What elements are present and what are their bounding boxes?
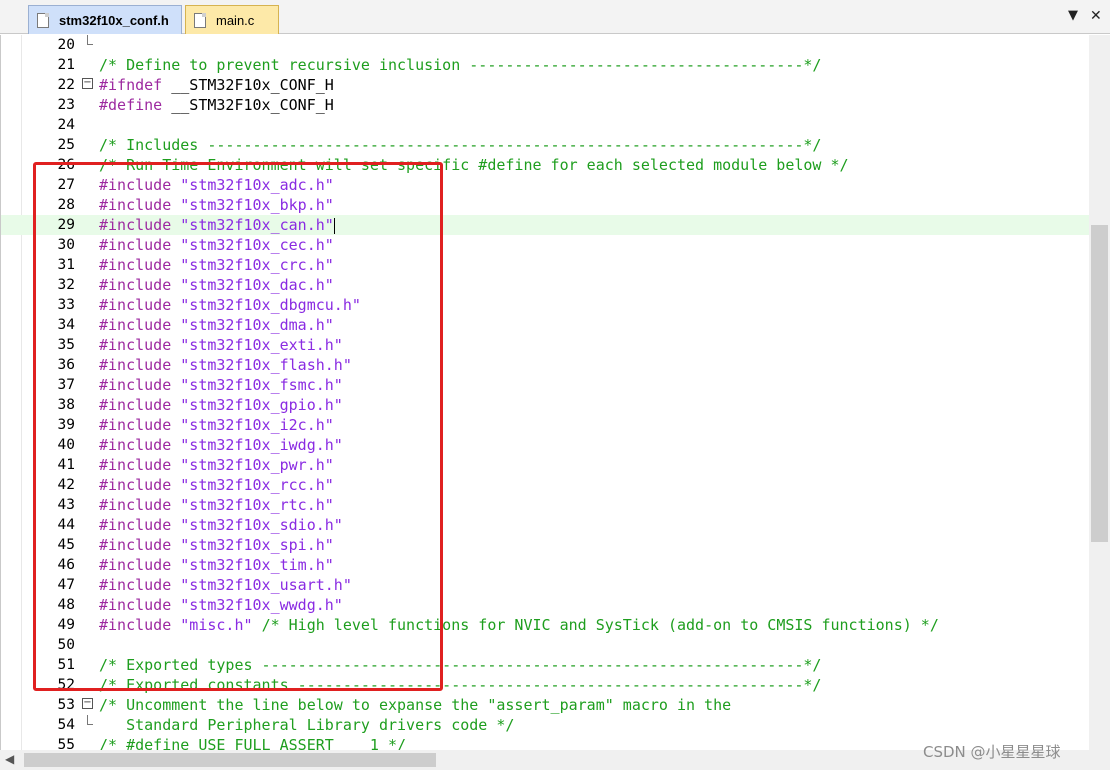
code-token: /* #define USE_FULL_ASSERT 1 */ (99, 736, 407, 750)
code-token: /* Uncomment the line below to expanse t… (99, 696, 732, 714)
tab-main-c[interactable]: main.c (185, 5, 279, 34)
line-number: 23 (57, 97, 75, 113)
tab-stm32f10x-conf-h[interactable]: stm32f10x_conf.h (28, 5, 182, 34)
code-line[interactable]: 22− #ifndef __STM32F10x_CONF_H (1, 75, 1089, 95)
tab-label: stm32f10x_conf.h (59, 12, 169, 28)
fold-end-marker (87, 715, 93, 725)
line-number: 55 (57, 737, 75, 750)
tab-bar: stm32f10x_conf.h main.c ▼ ✕ (0, 0, 1110, 34)
code-line[interactable]: 24 (1, 115, 1089, 135)
line-number: 54 (57, 717, 75, 733)
line-number: 24 (57, 117, 75, 133)
code-line[interactable]: 20 (1, 35, 1089, 55)
fold-end-marker (87, 35, 93, 45)
line-number: 22 (57, 77, 75, 93)
code-token: __STM32F10x_CONF_H (162, 76, 334, 94)
code-token: /* Includes ----------------------------… (99, 136, 822, 154)
line-number: 20 (57, 37, 75, 53)
code-token: Standard Peripheral Library drivers code… (99, 716, 515, 734)
code-token: #define (99, 96, 163, 114)
tab-label: main.c (216, 12, 255, 28)
line-number: 53 (57, 697, 75, 713)
line-number: 25 (57, 137, 75, 153)
watermark: CSDN @小星星星球 (923, 743, 1061, 761)
vertical-scrollbar[interactable] (1089, 35, 1110, 750)
code-text: /* Define to prevent recursive inclusion… (99, 55, 821, 75)
document-icon (37, 12, 49, 28)
fold-collapse-icon[interactable]: − (82, 78, 93, 89)
tab-list-dropdown-icon[interactable]: ▼ (1068, 8, 1078, 23)
line-number: 21 (57, 57, 75, 73)
horizontal-scroll-thumb[interactable] (24, 753, 436, 767)
code-line[interactable]: 53−/* Uncomment the line below to expans… (1, 695, 1089, 715)
code-text: #ifndef __STM32F10x_CONF_H (99, 75, 334, 95)
highlight-box (33, 162, 443, 691)
code-text: /* #define USE_FULL_ASSERT 1 */ (99, 735, 406, 750)
vertical-scroll-thumb[interactable] (1091, 225, 1108, 542)
code-line[interactable]: 25 /* Includes --------------------------… (1, 135, 1089, 155)
code-text: #define __STM32F10x_CONF_H (99, 95, 334, 115)
fold-collapse-icon[interactable]: − (82, 698, 93, 709)
code-text: Standard Peripheral Library drivers code… (99, 715, 514, 735)
document-icon (194, 12, 206, 28)
code-token: __STM32F10x_CONF_H (162, 96, 334, 114)
code-text: /* Uncomment the line below to expanse t… (99, 695, 731, 715)
code-line[interactable]: 21 /* Define to prevent recursive inclusi… (1, 55, 1089, 75)
scroll-left-arrow-icon[interactable]: ◀ (5, 752, 14, 766)
code-line[interactable]: 23 #define __STM32F10x_CONF_H (1, 95, 1089, 115)
code-line[interactable]: 54 Standard Peripheral Library drivers c… (1, 715, 1089, 735)
code-token: #ifndef (99, 76, 163, 94)
close-tab-icon[interactable]: ✕ (1090, 8, 1102, 24)
code-token: /* Define to prevent recursive inclusion… (99, 56, 822, 74)
code-text: /* Includes ----------------------------… (99, 135, 821, 155)
